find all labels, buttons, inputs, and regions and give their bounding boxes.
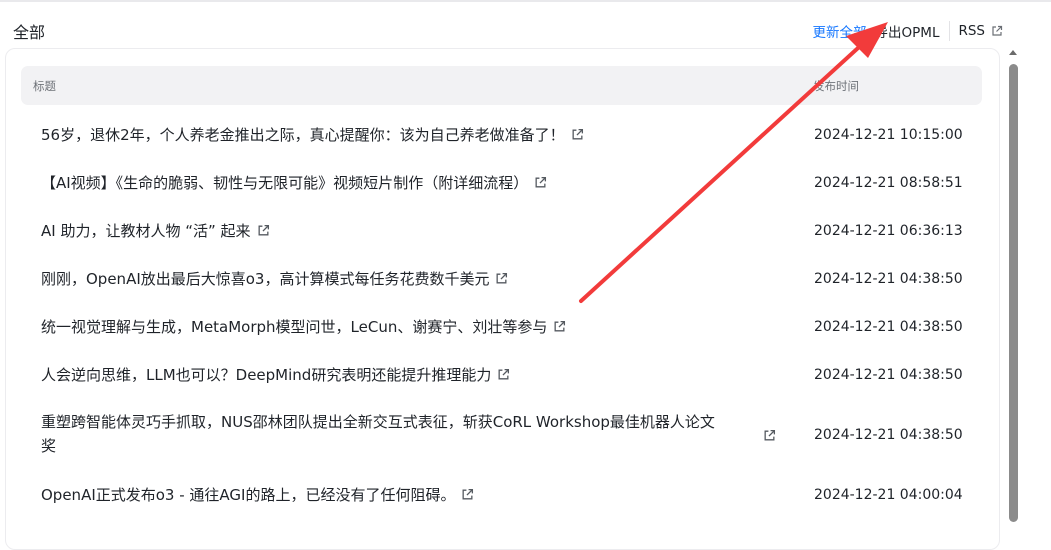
article-title-link[interactable]: OpenAI正式发布o3 - 通往AGI的路上，已经没有了任何阻碍。 bbox=[41, 483, 474, 507]
article-time: 2024-12-21 08:58:51 bbox=[814, 175, 963, 191]
scroll-up-arrow-icon[interactable] bbox=[1009, 50, 1017, 55]
article-title: 56岁，退休2年，个人养老金推出之际，真心提醒你：该为自己养老做准备了！ bbox=[41, 126, 565, 144]
article-title: AI 助力，让教材人物 “活” 起来 bbox=[41, 222, 251, 240]
external-link-icon[interactable] bbox=[257, 224, 270, 237]
article-time: 2024-12-21 10:15:00 bbox=[814, 127, 963, 143]
external-link-icon[interactable] bbox=[461, 488, 474, 501]
external-link-icon[interactable] bbox=[571, 128, 584, 141]
article-title-line1: 重塑跨智能体灵巧手抓取，NUS邵林团队提出全新交互式表征，斩获CoRL Work… bbox=[41, 413, 715, 431]
external-link-icon[interactable] bbox=[495, 272, 508, 285]
export-opml-link[interactable]: 导出OPML bbox=[875, 21, 951, 41]
article-title-link[interactable]: 【AI视频】《生命的脆弱、韧性与无限可能》视频短片制作（附详细流程） bbox=[41, 171, 547, 195]
column-header-title: 标题 bbox=[33, 79, 56, 93]
toolbar: 更新全部 导出OPML RSS bbox=[813, 21, 1003, 41]
refresh-all-link[interactable]: 更新全部 bbox=[813, 21, 867, 41]
external-link-icon[interactable] bbox=[534, 176, 547, 189]
article-title: 刚刚，OpenAI放出最后大惊喜o3，高计算模式每任务花费数千美元 bbox=[41, 270, 490, 288]
article-title-link[interactable]: 人会逆向思维，LLM也可以？DeepMind研究表明还能提升推理能力 bbox=[41, 363, 510, 387]
article-title: OpenAI正式发布o3 - 通往AGI的路上，已经没有了任何阻碍。 bbox=[41, 486, 456, 504]
external-link-icon[interactable] bbox=[553, 320, 566, 333]
rss-label: RSS bbox=[958, 23, 985, 39]
scrollbar-thumb[interactable] bbox=[1009, 64, 1018, 522]
article-title: 【AI视频】《生命的脆弱、韧性与无限可能》视频短片制作（附详细流程） bbox=[41, 174, 529, 192]
column-header-time: 发布时间 bbox=[813, 79, 859, 93]
article-title-link[interactable]: 重塑跨智能体灵巧手抓取，NUS邵林团队提出全新交互式表征，斩获CoRL Work… bbox=[41, 410, 801, 458]
article-time: 2024-12-21 04:38:50 bbox=[814, 319, 963, 335]
article-title: 人会逆向思维，LLM也可以？DeepMind研究表明还能提升推理能力 bbox=[41, 366, 492, 384]
article-title-link[interactable]: 统一视觉理解与生成，MetaMorph模型问世，LeCun、谢赛宁、刘壮等参与 bbox=[41, 315, 566, 339]
article-time: 2024-12-21 04:38:50 bbox=[814, 367, 963, 383]
external-link-icon[interactable] bbox=[497, 368, 510, 381]
article-time: 2024-12-21 04:00:04 bbox=[814, 487, 963, 503]
article-title: 统一视觉理解与生成，MetaMorph模型问世，LeCun、谢赛宁、刘壮等参与 bbox=[41, 318, 548, 336]
top-divider bbox=[0, 0, 1051, 2]
article-time: 2024-12-21 04:38:50 bbox=[814, 271, 963, 287]
external-link-icon[interactable] bbox=[763, 429, 776, 442]
article-time: 2024-12-21 04:38:50 bbox=[814, 427, 963, 443]
article-time: 2024-12-21 06:36:13 bbox=[814, 223, 963, 239]
page-title: 全部 bbox=[13, 23, 46, 42]
article-title-line2: 奖 bbox=[41, 437, 57, 455]
article-title-link[interactable]: 刚刚，OpenAI放出最后大惊喜o3，高计算模式每任务花费数千美元 bbox=[41, 267, 508, 291]
external-link-icon bbox=[992, 25, 1003, 36]
table-header: 标题 发布时间 bbox=[21, 66, 982, 105]
article-title-link[interactable]: 56岁，退休2年，个人养老金推出之际，真心提醒你：该为自己养老做准备了！ bbox=[41, 123, 584, 147]
rss-link[interactable]: RSS bbox=[958, 23, 1003, 39]
article-title-link[interactable]: AI 助力，让教材人物 “活” 起来 bbox=[41, 219, 270, 243]
